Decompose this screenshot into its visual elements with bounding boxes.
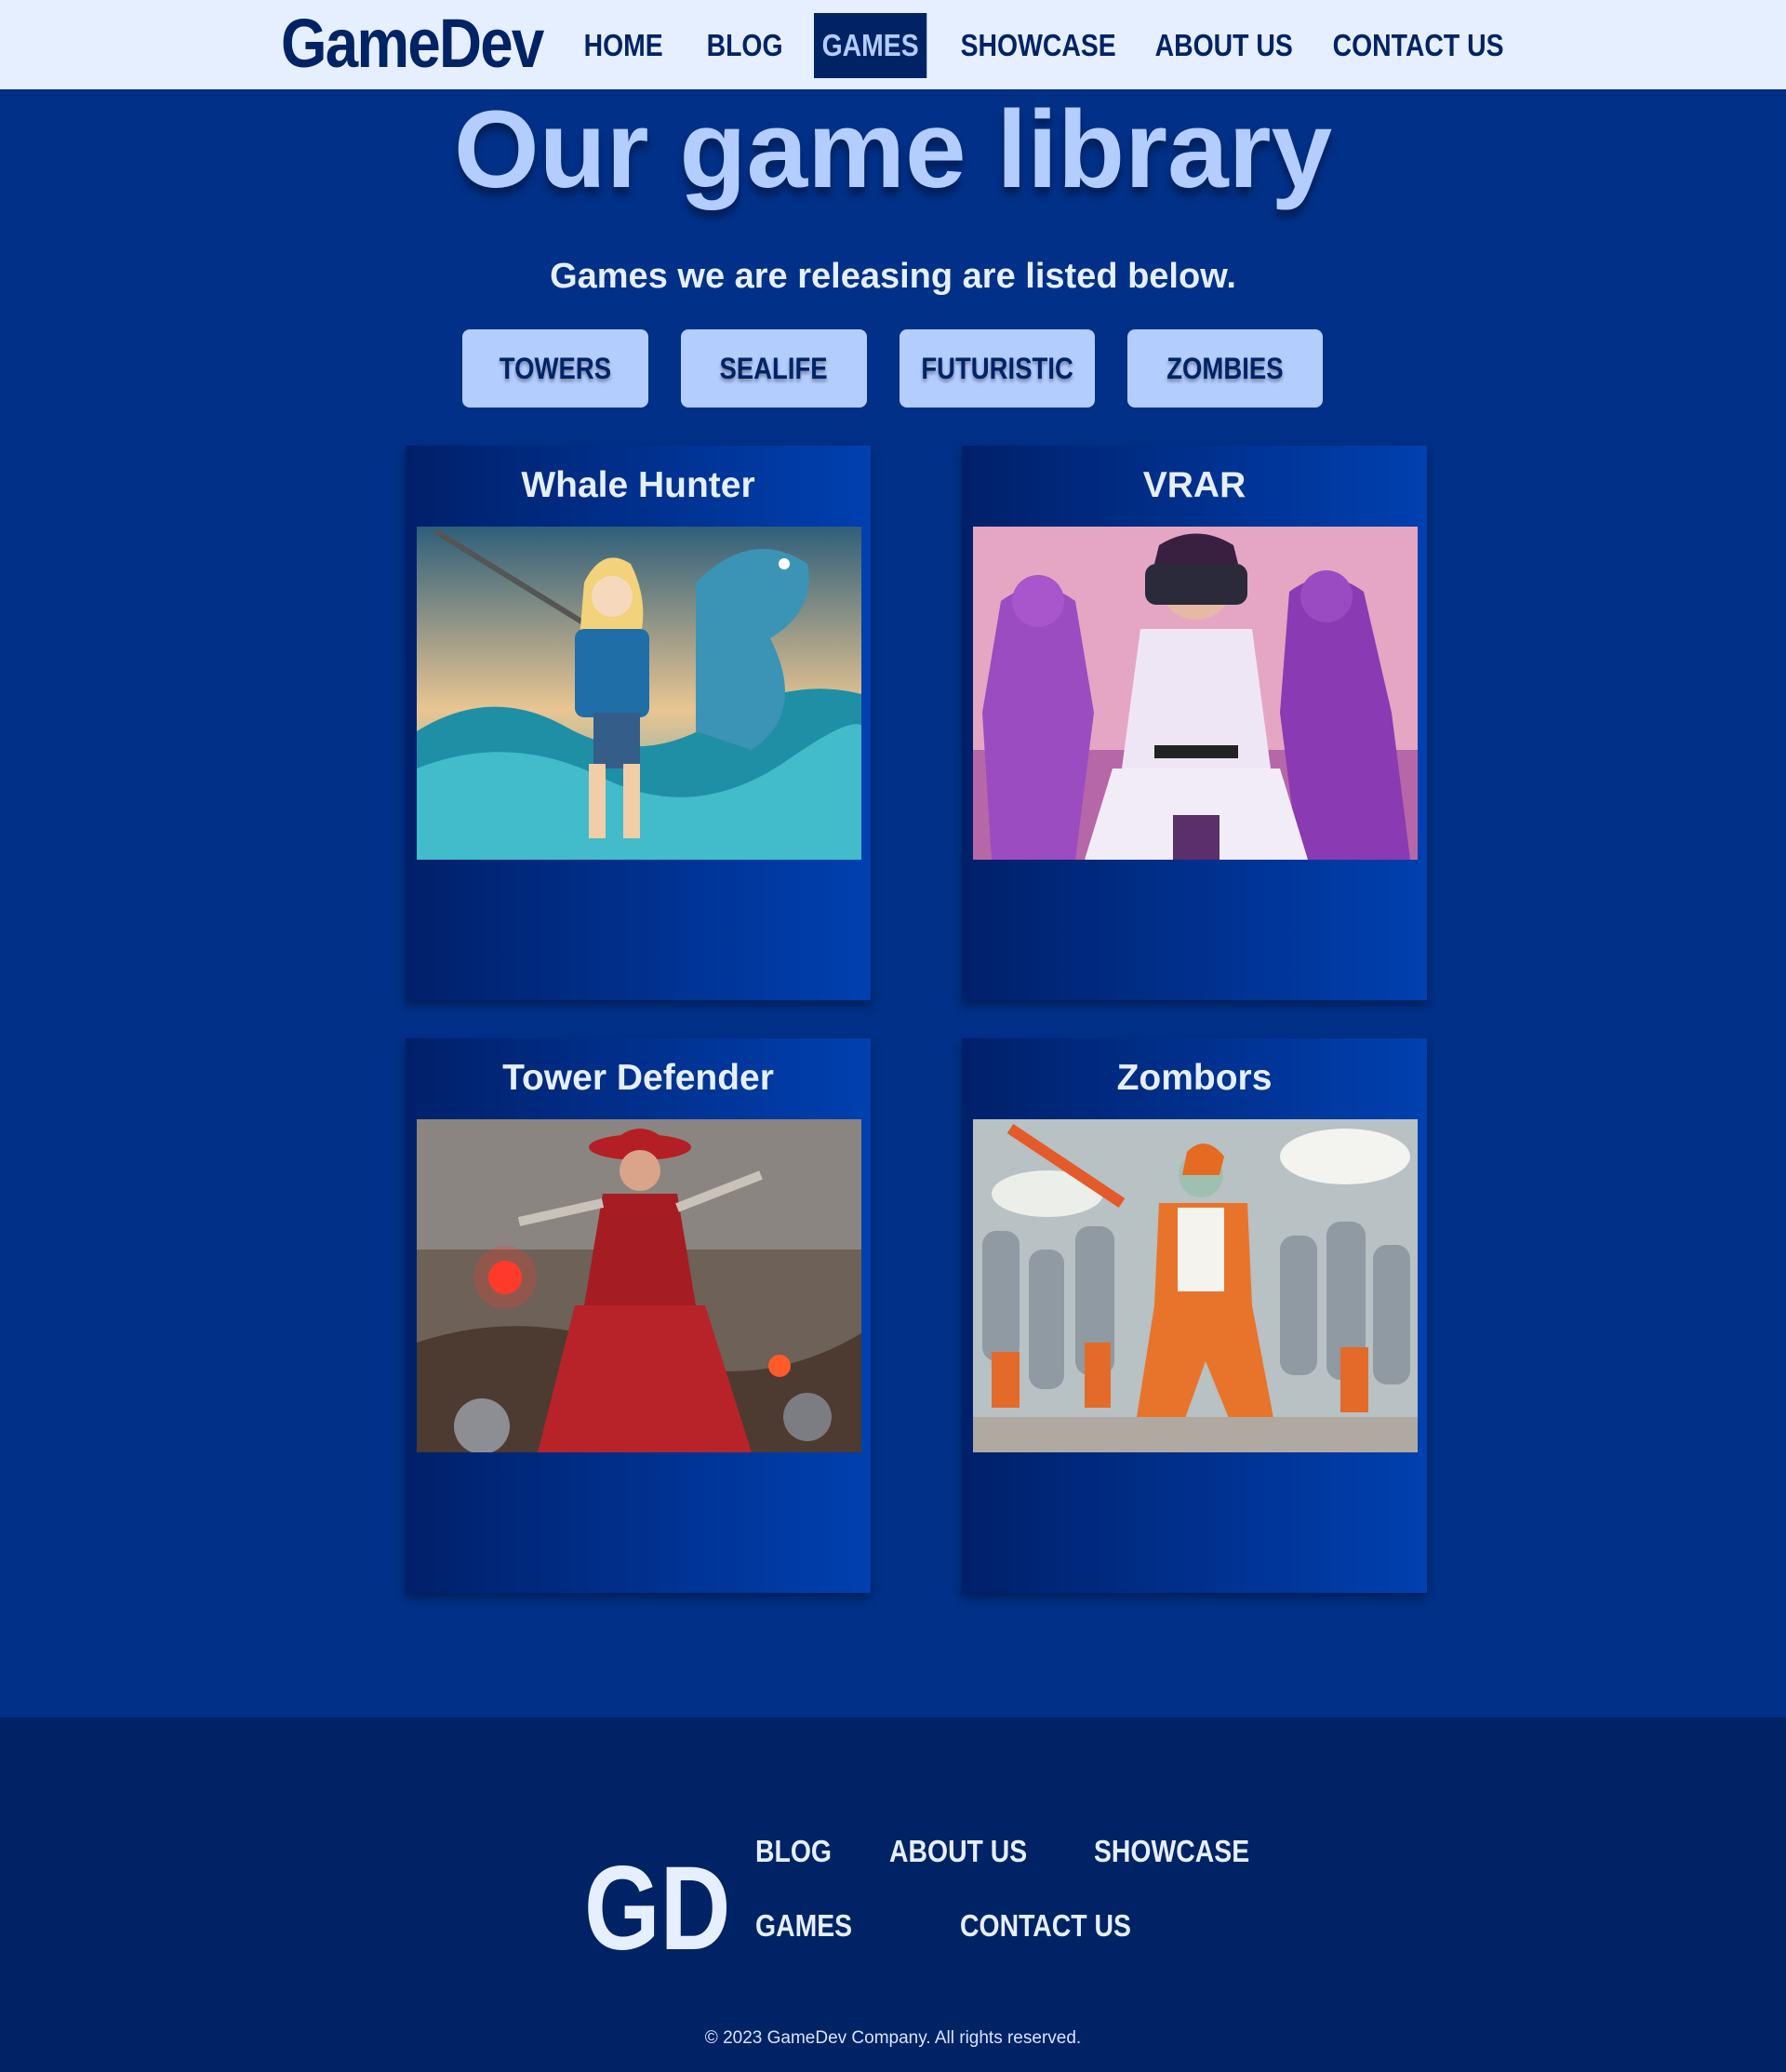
game-card-title: Tower Defender bbox=[502, 1058, 774, 1098]
page-subtitle: Games we are releasing are listed below. bbox=[550, 257, 1236, 296]
game-card-zombors[interactable]: Zombors bbox=[962, 1038, 1427, 1593]
filter-button-sealife[interactable]: SEALIFE bbox=[681, 329, 867, 408]
filter-label: SEALIFE bbox=[719, 352, 829, 385]
page-title: Our game library bbox=[453, 88, 1333, 211]
site-footer: GD BLOG ABOUT US SHOWCASE GAMES CONTACT … bbox=[0, 1718, 1786, 2072]
filter-label: TOWERS bbox=[499, 352, 612, 385]
filter-button-futuristic[interactable]: FUTURISTIC bbox=[900, 329, 1095, 408]
filter-button-towers[interactable]: TOWERS bbox=[462, 329, 648, 408]
brand-logo[interactable]: GameDev bbox=[281, 2, 544, 86]
game-card-image-vrar[interactable] bbox=[973, 527, 1418, 860]
game-card-whale-hunter[interactable]: Whale Hunter bbox=[406, 446, 871, 1000]
nav-link-games[interactable]: GAMES bbox=[814, 13, 927, 78]
game-card-title: VRAR bbox=[1142, 465, 1246, 505]
filter-label: ZOMBIES bbox=[1166, 352, 1284, 385]
game-card-vrar[interactable]: VRAR bbox=[962, 446, 1427, 1000]
nav-link-home[interactable]: HOME bbox=[576, 13, 671, 78]
footer-link-about-us[interactable]: ABOUT US bbox=[889, 1831, 1027, 1872]
game-card-tower-defender[interactable]: Tower Defender bbox=[406, 1038, 871, 1593]
nav-link-about-us[interactable]: ABOUT US bbox=[1147, 13, 1300, 78]
footer-link-blog[interactable]: BLOG bbox=[755, 1831, 832, 1872]
nav-link-contact-us[interactable]: CONTACT US bbox=[1325, 13, 1512, 78]
game-card-image-whale-hunter[interactable] bbox=[417, 527, 861, 860]
game-card-title: Whale Hunter bbox=[521, 465, 755, 505]
game-card-image-zombors[interactable] bbox=[973, 1119, 1418, 1452]
filter-label: FUTURISTIC bbox=[921, 352, 1073, 385]
footer-link-games[interactable]: GAMES bbox=[755, 1905, 852, 1946]
game-card-image-tower-defender[interactable] bbox=[417, 1119, 861, 1452]
top-navigation: GameDev HOME BLOG GAMES SHOWCASE ABOUT U… bbox=[0, 0, 1786, 89]
footer-link-showcase[interactable]: SHOWCASE bbox=[1094, 1831, 1249, 1872]
nav-link-showcase[interactable]: SHOWCASE bbox=[953, 13, 1124, 78]
copyright-text: © 2023 GameDev Company. All rights reser… bbox=[704, 2028, 1082, 2048]
filter-button-zombies[interactable]: ZOMBIES bbox=[1127, 329, 1323, 408]
nav-link-blog[interactable]: BLOG bbox=[699, 13, 791, 78]
game-card-title: Zombors bbox=[1116, 1058, 1273, 1098]
footer-logo[interactable]: GD bbox=[584, 1844, 730, 1974]
footer-link-contact-us[interactable]: CONTACT US bbox=[960, 1905, 1131, 1946]
